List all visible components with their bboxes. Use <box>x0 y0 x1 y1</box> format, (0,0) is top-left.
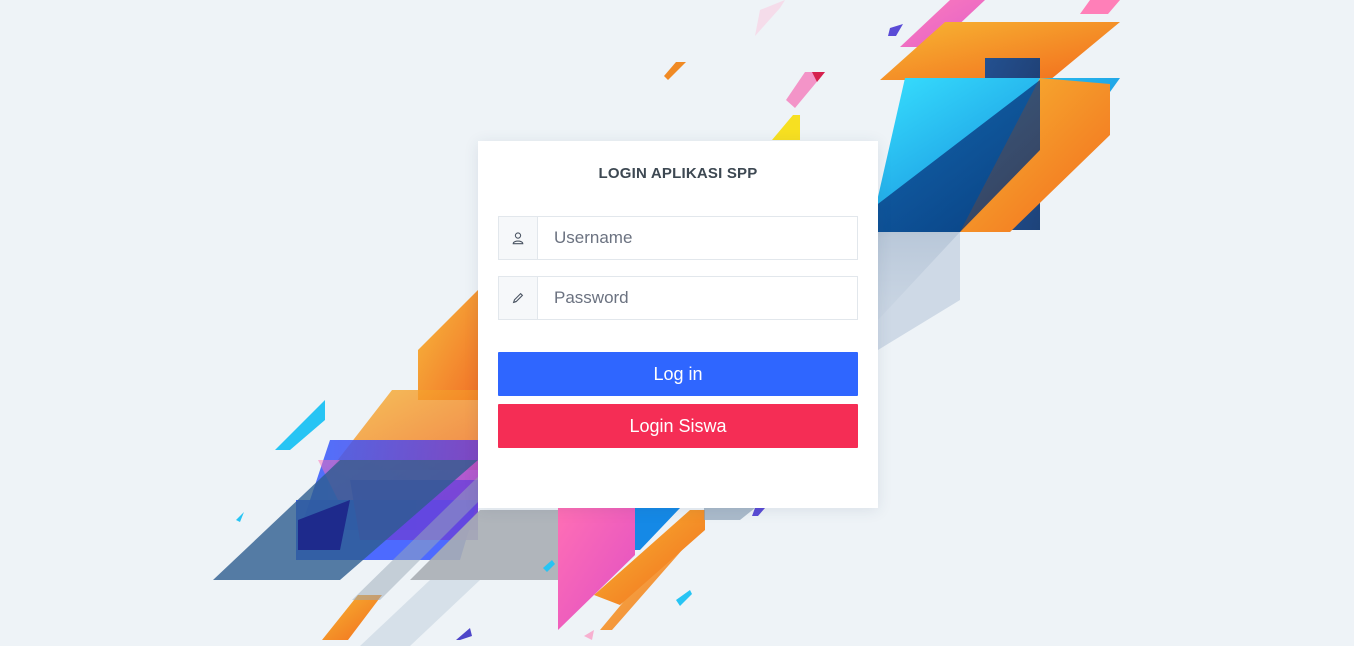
login-button[interactable]: Log in <box>498 352 858 396</box>
login-page: LOGIN APLIKASI SPP Log in Login Siswa <box>0 0 1354 646</box>
username-input[interactable] <box>538 217 857 259</box>
student-login-button[interactable]: Login Siswa <box>498 404 858 448</box>
login-card: LOGIN APLIKASI SPP Log in Login Siswa <box>478 141 878 508</box>
user-icon <box>499 217 538 259</box>
login-title: LOGIN APLIKASI SPP <box>598 165 758 182</box>
password-input[interactable] <box>538 277 857 319</box>
password-group <box>498 276 858 320</box>
pencil-icon <box>499 277 538 319</box>
username-group <box>498 216 858 260</box>
